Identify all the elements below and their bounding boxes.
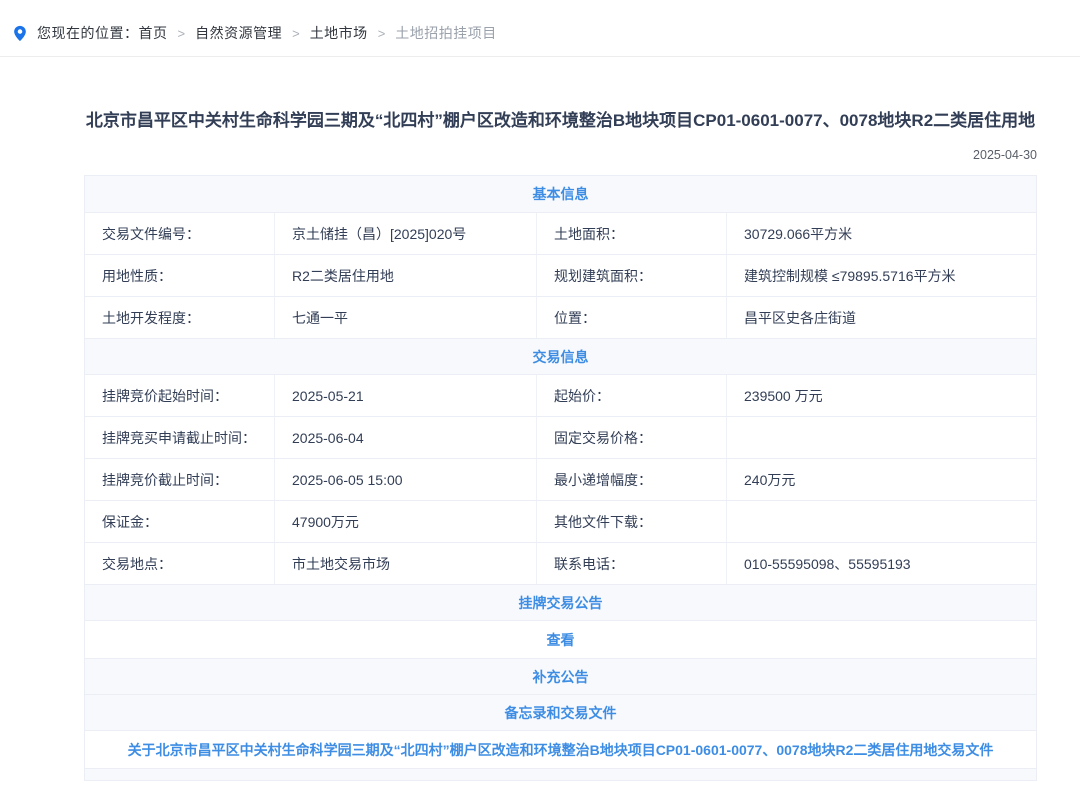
row-value: 市土地交易市场 <box>275 543 537 584</box>
row-label: 固定交易价格： <box>537 417 727 458</box>
row-label: 用地性质： <box>85 255 275 296</box>
view-link-row: 查看 <box>85 620 1036 658</box>
next-section-partial-row <box>85 768 1036 780</box>
breadcrumb: 您现在的位置： 首页 > 自然资源管理 > 土地市场 > 土地招拍挂项目 <box>0 0 1080 57</box>
section-header-trade-info: 交易信息 <box>85 338 1036 374</box>
row-label: 土地开发程度： <box>85 297 275 338</box>
section-header-listing-announcement: 挂牌交易公告 <box>85 584 1036 620</box>
row-value: 建筑控制规模 ≤79895.5716平方米 <box>727 255 1036 296</box>
row-value: 2025-06-05 15:00 <box>275 459 537 500</box>
table-row: 挂牌竞价截止时间： 2025-06-05 15:00 最小递增幅度： 240万元 <box>85 458 1036 500</box>
section-header-label: 备忘录和交易文件 <box>505 703 617 723</box>
breadcrumb-home[interactable]: 首页 <box>139 23 168 43</box>
row-label: 挂牌竞价起始时间： <box>85 375 275 416</box>
row-value: 47900万元 <box>275 501 537 542</box>
trade-document-link-row: 关于北京市昌平区中关村生命科学园三期及“北四村”棚户区改造和环境整治B地块项目C… <box>85 730 1036 768</box>
row-label: 其他文件下载： <box>537 501 727 542</box>
breadcrumb-separator: > <box>292 26 300 41</box>
row-value: 010-55595098、55595193 <box>727 543 1036 584</box>
row-label: 交易文件编号： <box>85 213 275 254</box>
table-row: 交易文件编号： 京土储挂（昌）[2025]020号 土地面积： 30729.06… <box>85 212 1036 254</box>
breadcrumb-separator: > <box>178 26 186 41</box>
breadcrumb-separator: > <box>378 26 386 41</box>
breadcrumb-natural-resources[interactable]: 自然资源管理 <box>195 23 282 43</box>
table-row: 挂牌竞价起始时间： 2025-05-21 起始价： 239500 万元 <box>85 374 1036 416</box>
row-label: 挂牌竞价截止时间： <box>85 459 275 500</box>
section-header-basic-info: 基本信息 <box>85 176 1036 212</box>
row-label: 规划建筑面积： <box>537 255 727 296</box>
section-header-label: 基本信息 <box>533 184 589 204</box>
row-label: 保证金： <box>85 501 275 542</box>
breadcrumb-current-page: 土地招拍挂项目 <box>395 23 497 43</box>
view-announcement-link[interactable]: 查看 <box>547 630 575 650</box>
table-row: 用地性质： R2二类居住用地 规划建筑面积： 建筑控制规模 ≤79895.571… <box>85 254 1036 296</box>
section-header-memo-and-documents: 备忘录和交易文件 <box>85 694 1036 730</box>
row-label: 位置： <box>537 297 727 338</box>
row-value: 30729.066平方米 <box>727 213 1036 254</box>
section-header-label: 补充公告 <box>533 667 589 687</box>
section-header-supplement-announcement: 补充公告 <box>85 658 1036 694</box>
publish-date: 2025-04-30 <box>84 148 1037 162</box>
row-value: 昌平区史各庄街道 <box>727 297 1036 338</box>
section-header-label: 挂牌交易公告 <box>519 593 603 613</box>
table-row: 保证金： 47900万元 其他文件下载： <box>85 500 1036 542</box>
row-value: 2025-05-21 <box>275 375 537 416</box>
table-row: 交易地点： 市土地交易市场 联系电话： 010-55595098、5559519… <box>85 542 1036 584</box>
row-label: 交易地点： <box>85 543 275 584</box>
row-value <box>727 417 1036 458</box>
breadcrumb-land-market[interactable]: 土地市场 <box>310 23 368 43</box>
row-value: R2二类居住用地 <box>275 255 537 296</box>
row-value: 七通一平 <box>275 297 537 338</box>
row-label: 土地面积： <box>537 213 727 254</box>
row-label: 最小递增幅度： <box>537 459 727 500</box>
row-value <box>727 501 1036 542</box>
row-value: 2025-06-04 <box>275 417 537 458</box>
row-label: 起始价： <box>537 375 727 416</box>
section-header-label: 交易信息 <box>533 347 589 367</box>
table-row: 土地开发程度： 七通一平 位置： 昌平区史各庄街道 <box>85 296 1036 338</box>
row-label: 联系电话： <box>537 543 727 584</box>
row-label: 挂牌竞买申请截止时间： <box>85 417 275 458</box>
land-parcel-info-table: 基本信息 交易文件编号： 京土储挂（昌）[2025]020号 土地面积： 307… <box>84 175 1037 781</box>
row-value: 240万元 <box>727 459 1036 500</box>
breadcrumb-prefix: 您现在的位置： <box>37 23 139 43</box>
main-content: 北京市昌平区中关村生命科学园三期及“北四村”棚户区改造和环境整治B地块项目CP0… <box>84 107 1037 781</box>
row-value: 239500 万元 <box>727 375 1036 416</box>
location-pin-icon <box>13 25 27 42</box>
table-row: 挂牌竞买申请截止时间： 2025-06-04 固定交易价格： <box>85 416 1036 458</box>
row-value: 京土储挂（昌）[2025]020号 <box>275 213 537 254</box>
page-title: 北京市昌平区中关村生命科学园三期及“北四村”棚户区改造和环境整治B地块项目CP0… <box>72 107 1049 134</box>
trade-document-link[interactable]: 关于北京市昌平区中关村生命科学园三期及“北四村”棚户区改造和环境整治B地块项目C… <box>128 740 994 760</box>
